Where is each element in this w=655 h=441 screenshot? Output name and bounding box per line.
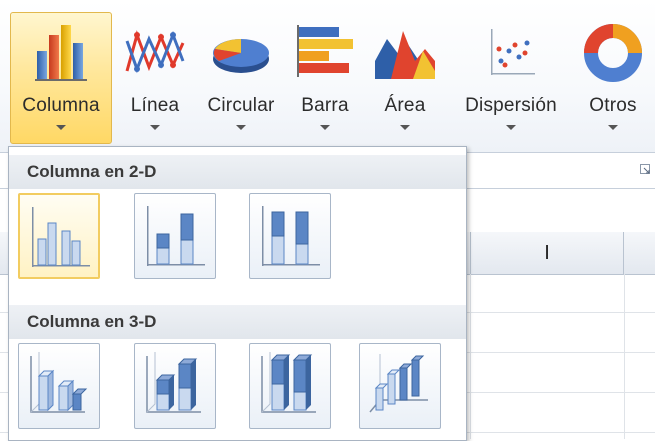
clustered-column-option[interactable] xyxy=(18,193,100,279)
chart-ribbon-group: Columna Línea Circular Barra Área Disper… xyxy=(0,0,655,153)
3d-100-stacked-column-icon xyxy=(261,352,316,413)
3d-100-stacked-column-option[interactable] xyxy=(249,343,331,429)
stacked-column-icon xyxy=(147,206,205,266)
bar-chart-icon xyxy=(297,25,353,77)
line-chart-button[interactable]: Línea xyxy=(120,12,190,144)
pie-chart-label: Circular xyxy=(207,95,275,116)
section-title-2d: Columna en 2-D xyxy=(9,155,466,189)
3d-clustered-column-option[interactable] xyxy=(18,343,100,429)
area-chart-button[interactable]: Área xyxy=(372,12,438,144)
100-stacked-column-option[interactable] xyxy=(249,193,331,279)
area-chart-label: Área xyxy=(384,95,426,116)
dropdown-arrow-icon xyxy=(150,125,160,130)
column-header-i[interactable]: I xyxy=(470,232,624,274)
other-charts-label: Otros xyxy=(589,95,637,116)
100-stacked-column-icon xyxy=(262,206,320,266)
line-chart-icon xyxy=(125,30,185,74)
scatter-chart-icon xyxy=(491,29,535,75)
3d-column-option[interactable] xyxy=(359,343,441,429)
line-chart-label: Línea xyxy=(130,95,180,116)
scatter-chart-button[interactable]: Dispersión xyxy=(452,12,570,144)
scatter-chart-label: Dispersión xyxy=(465,95,557,116)
pie-chart-icon xyxy=(213,39,269,73)
section-title-3d: Columna en 3-D xyxy=(9,305,466,339)
dialog-launcher-icon[interactable] xyxy=(640,164,651,175)
area-chart-icon xyxy=(375,31,435,79)
doughnut-chart-icon xyxy=(584,24,642,82)
column-gridline xyxy=(624,274,625,439)
3d-column-icon xyxy=(369,354,428,413)
bar-chart-label: Barra xyxy=(301,95,349,116)
column-chart-button[interactable]: Columna xyxy=(10,12,112,144)
3d-stacked-column-option[interactable] xyxy=(134,343,216,429)
dropdown-arrow-icon xyxy=(320,125,330,130)
3d-clustered-column-icon xyxy=(30,352,88,413)
bar-chart-button[interactable]: Barra xyxy=(292,12,358,144)
dropdown-arrow-icon xyxy=(608,125,618,130)
column-chart-label: Columna xyxy=(22,95,100,116)
pie-chart-button[interactable]: Circular xyxy=(196,12,286,144)
dropdown-arrow-icon xyxy=(506,125,516,130)
other-charts-button[interactable]: Otros xyxy=(578,12,648,144)
clustered-column-icon xyxy=(32,207,90,267)
dropdown-arrow-icon xyxy=(56,125,66,130)
column-chart-icon xyxy=(35,25,87,81)
column-gridline xyxy=(470,274,471,439)
3d-stacked-column-icon xyxy=(146,352,201,413)
column-chart-gallery: Columna en 2-D Columna en 3-D xyxy=(8,146,467,441)
stacked-column-option[interactable] xyxy=(134,193,216,279)
dropdown-arrow-icon xyxy=(400,125,410,130)
dropdown-arrow-icon xyxy=(236,125,246,130)
